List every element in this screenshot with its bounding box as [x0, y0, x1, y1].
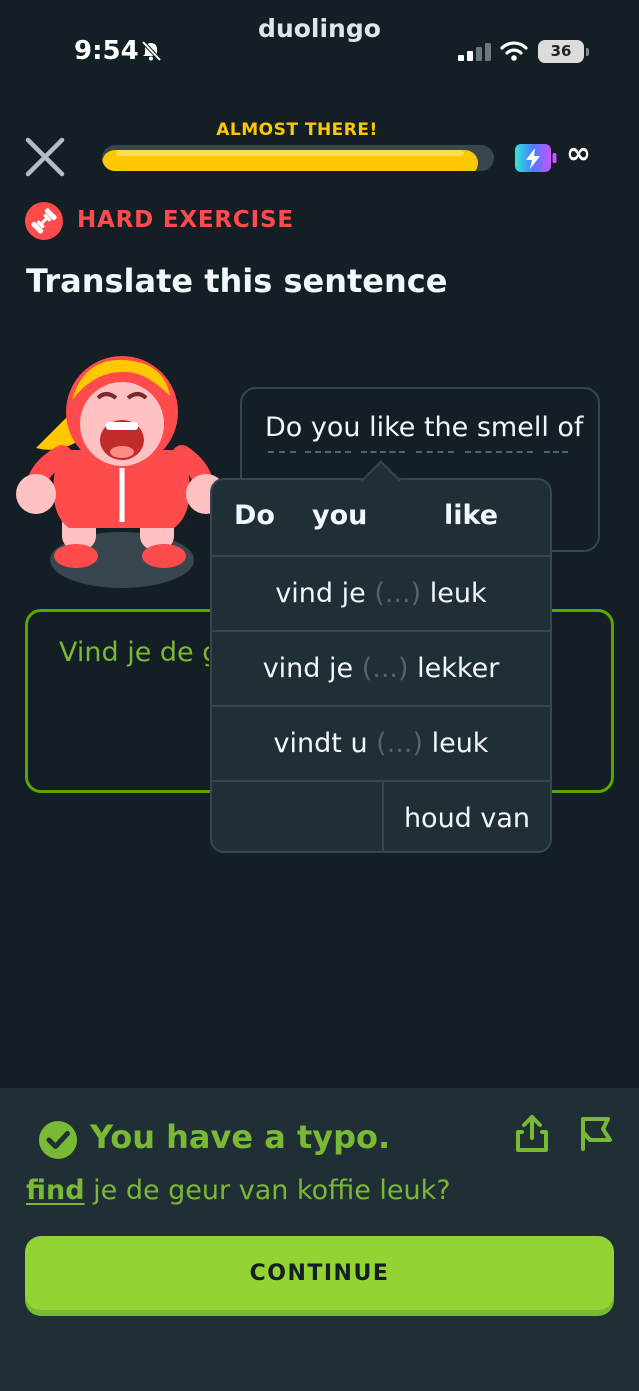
- instruction-title: Translate this sentence: [26, 262, 448, 300]
- bell-muted-icon: [141, 40, 162, 62]
- close-icon[interactable]: [24, 136, 66, 178]
- hint-option-gap: (...): [376, 728, 423, 759]
- hint-option-text: vind je: [275, 578, 366, 609]
- continue-button[interactable]: CONTINUE: [25, 1236, 614, 1310]
- check-circle-icon: [39, 1121, 77, 1159]
- word-underline: [361, 451, 405, 453]
- character-illustration: [16, 356, 224, 588]
- progress-caption: ALMOST THERE!: [216, 120, 378, 140]
- dumbbell-icon: [25, 202, 63, 240]
- correction-rest: je de geur van koffie leuk?: [84, 1175, 451, 1206]
- hint-option-text: vindt u: [273, 728, 368, 759]
- correction-text: find je de geur van koffie leuk?: [26, 1175, 451, 1206]
- feedback-title: You have a typo.: [90, 1118, 391, 1156]
- typo-word: find: [26, 1175, 85, 1206]
- word-underline: [416, 451, 454, 453]
- hint-header-you: you: [312, 500, 368, 531]
- progress-bar: [102, 145, 494, 171]
- hint-popup: Do you like vind je (...) leuk vind je (…: [210, 478, 552, 853]
- hint-header-do: Do: [234, 500, 275, 531]
- energy-infinite-label: ∞: [566, 136, 591, 171]
- signal-icon: [458, 43, 491, 61]
- hard-exercise-badge: HARD EXERCISE: [77, 207, 294, 233]
- hint-option-text: leuk: [429, 578, 487, 609]
- hint-option: vindt u (...) leuk: [212, 705, 550, 780]
- wifi-icon: [500, 41, 528, 61]
- hint-option: vind je (...) lekker: [212, 630, 550, 705]
- word-underline: [268, 451, 296, 453]
- hint-option: houd van: [384, 780, 550, 851]
- prompt-sentence[interactable]: Do you like the smell of: [265, 412, 583, 443]
- status-time: 9:54: [74, 36, 139, 66]
- hint-option-text: leuk: [431, 728, 489, 759]
- progress-bar-fill: [102, 150, 479, 171]
- hint-option-text: lekker: [417, 653, 500, 684]
- energy-icon[interactable]: [514, 142, 558, 174]
- word-underline: [544, 451, 568, 453]
- hint-header-like: like: [444, 500, 499, 531]
- hint-option: vind je (...) leuk: [212, 555, 550, 630]
- hint-option-gap: (...): [361, 653, 409, 684]
- hint-empty-cell: [212, 780, 384, 851]
- battery-icon: 36: [538, 40, 589, 63]
- share-icon[interactable]: [513, 1114, 551, 1154]
- flag-icon[interactable]: [578, 1114, 614, 1152]
- answer-text: Vind je de geur van koffie leuk?: [59, 637, 209, 668]
- hint-option-text: vind je: [262, 653, 354, 684]
- word-underline: [465, 451, 533, 453]
- word-underline: [305, 451, 351, 453]
- hint-option-gap: (...): [374, 578, 422, 609]
